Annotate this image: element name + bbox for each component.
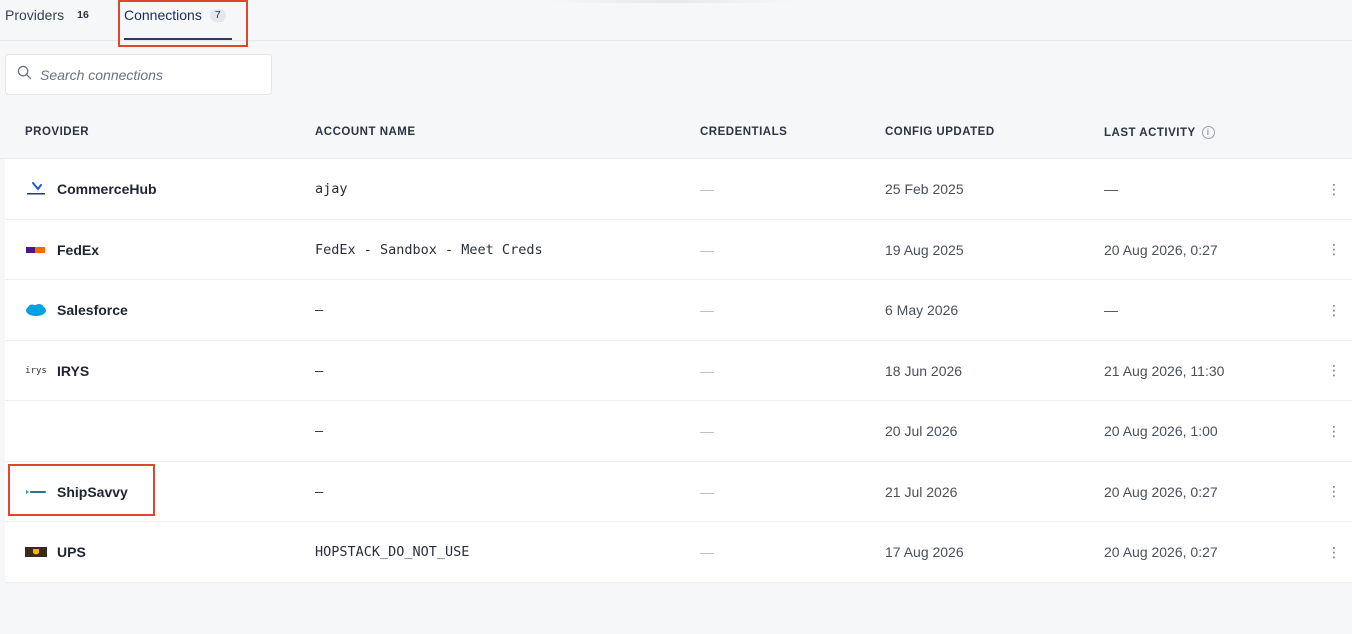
provider-cell: UPS xyxy=(25,522,86,582)
last-activity-cell: — xyxy=(1104,302,1118,318)
account-name-cell: – xyxy=(315,362,324,379)
column-header-credentials: CREDENTIALS xyxy=(700,126,788,138)
credentials-cell: — xyxy=(700,362,714,379)
top-shadow xyxy=(545,0,795,3)
account-name-cell: ajay xyxy=(315,181,348,197)
provider-cell: ShipSavvy xyxy=(25,462,128,522)
search-icon xyxy=(17,65,32,85)
config-updated-cell: 20 Jul 2026 xyxy=(885,423,958,439)
tab-connections[interactable]: Connections 7 xyxy=(124,0,226,40)
fedex-logo-icon xyxy=(25,243,47,257)
credentials-cell: — xyxy=(700,483,714,500)
table-row[interactable]: irys IRYS – — 18 Jun 2026 21 Aug 2026, 1… xyxy=(5,340,1352,401)
shipsavvy-logo-icon xyxy=(25,485,47,499)
tab-providers[interactable]: Providers 16 xyxy=(5,0,94,40)
credentials-cell: — xyxy=(700,302,714,318)
irys-logo-icon: irys xyxy=(25,365,47,376)
tab-bar: Providers 16 Connections 7 xyxy=(0,0,1352,41)
config-updated-cell: 25 Feb 2025 xyxy=(885,181,964,197)
account-name-cell: – xyxy=(315,302,324,318)
table-row[interactable]: UPS HOPSTACK_DO_NOT_USE — 17 Aug 2026 20… xyxy=(5,522,1352,583)
provider-name: Salesforce xyxy=(57,302,128,318)
provider-name: FedEx xyxy=(57,241,100,258)
account-name-cell: – xyxy=(315,423,324,439)
account-name-cell: – xyxy=(315,483,324,500)
column-header-provider: PROVIDER xyxy=(25,126,90,138)
table-row[interactable]: – — 20 Jul 2026 20 Aug 2026, 1:00 ⋮ xyxy=(5,401,1352,462)
provider-name: ShipSavvy xyxy=(57,483,128,500)
credentials-cell: — xyxy=(700,544,714,560)
last-activity-cell: 20 Aug 2026, 0:27 xyxy=(1104,544,1218,560)
account-name-cell: HOPSTACK_DO_NOT_USE xyxy=(315,544,470,560)
last-activity-cell: 20 Aug 2026, 0:27 xyxy=(1104,241,1218,258)
last-activity-cell: — xyxy=(1104,181,1118,197)
provider-cell: FedEx xyxy=(25,220,99,280)
commercehub-logo-icon xyxy=(25,182,47,196)
row-menu-icon[interactable]: ⋮ xyxy=(1327,341,1341,401)
column-header-account-name: ACCOUNT NAME xyxy=(315,126,416,138)
tab-providers-label: Providers xyxy=(5,7,65,23)
provider-name: UPS xyxy=(57,544,86,560)
column-header-last-activity-label: LAST ACTIVITY xyxy=(1104,126,1196,139)
ups-logo-icon xyxy=(25,545,47,559)
provider-cell: CommerceHub xyxy=(25,159,157,219)
table-header: PROVIDER ACCOUNT NAME CREDENTIALS CONFIG… xyxy=(0,105,1352,159)
row-menu-icon[interactable]: ⋮ xyxy=(1327,220,1341,280)
salesforce-logo-icon xyxy=(25,303,47,317)
last-activity-cell: 20 Aug 2026, 1:00 xyxy=(1104,423,1218,439)
config-updated-cell: 6 May 2026 xyxy=(885,302,959,318)
account-name-cell: FedEx - Sandbox - Meet Creds xyxy=(315,241,543,258)
last-activity-cell: 20 Aug 2026, 0:27 xyxy=(1104,483,1218,500)
config-updated-cell: 19 Aug 2025 xyxy=(885,241,964,258)
tab-providers-count: 16 xyxy=(77,9,89,21)
provider-name: CommerceHub xyxy=(57,181,157,197)
credentials-cell: — xyxy=(700,241,714,258)
search-box[interactable] xyxy=(5,54,272,95)
column-header-last-activity: LAST ACTIVITY i xyxy=(1104,126,1215,139)
row-menu-icon[interactable]: ⋮ xyxy=(1327,159,1341,219)
info-icon[interactable]: i xyxy=(1201,126,1215,139)
row-menu-icon[interactable]: ⋮ xyxy=(1327,401,1341,461)
row-menu-icon[interactable]: ⋮ xyxy=(1327,280,1341,340)
row-menu-icon[interactable]: ⋮ xyxy=(1327,462,1341,522)
table-row[interactable]: CommerceHub ajay — 25 Feb 2025 — ⋮ xyxy=(5,159,1352,220)
tab-connections-count: 7 xyxy=(209,9,226,22)
connections-table: CommerceHub ajay — 25 Feb 2025 — ⋮ FedEx… xyxy=(5,159,1352,583)
row-menu-icon[interactable]: ⋮ xyxy=(1327,522,1341,582)
column-header-config-updated: CONFIG UPDATED xyxy=(885,126,995,138)
search-input[interactable] xyxy=(40,66,260,83)
credentials-cell: — xyxy=(700,423,714,439)
table-row[interactable]: FedEx FedEx - Sandbox - Meet Creds — 19 … xyxy=(5,219,1352,280)
config-updated-cell: 21 Jul 2026 xyxy=(885,483,958,500)
config-updated-cell: 18 Jun 2026 xyxy=(885,362,963,379)
active-tab-underline xyxy=(124,38,232,40)
provider-name: IRYS xyxy=(57,362,90,379)
last-activity-cell: 21 Aug 2026, 11:30 xyxy=(1104,362,1225,379)
provider-cell: Salesforce xyxy=(25,280,128,340)
provider-cell: irys IRYS xyxy=(25,341,89,401)
tab-connections-label: Connections xyxy=(124,7,202,23)
config-updated-cell: 17 Aug 2026 xyxy=(885,544,964,560)
credentials-cell: — xyxy=(700,181,714,197)
table-row[interactable]: Salesforce – — 6 May 2026 — ⋮ xyxy=(5,280,1352,341)
table-row[interactable]: ShipSavvy – — 21 Jul 2026 20 Aug 2026, 0… xyxy=(5,461,1352,522)
